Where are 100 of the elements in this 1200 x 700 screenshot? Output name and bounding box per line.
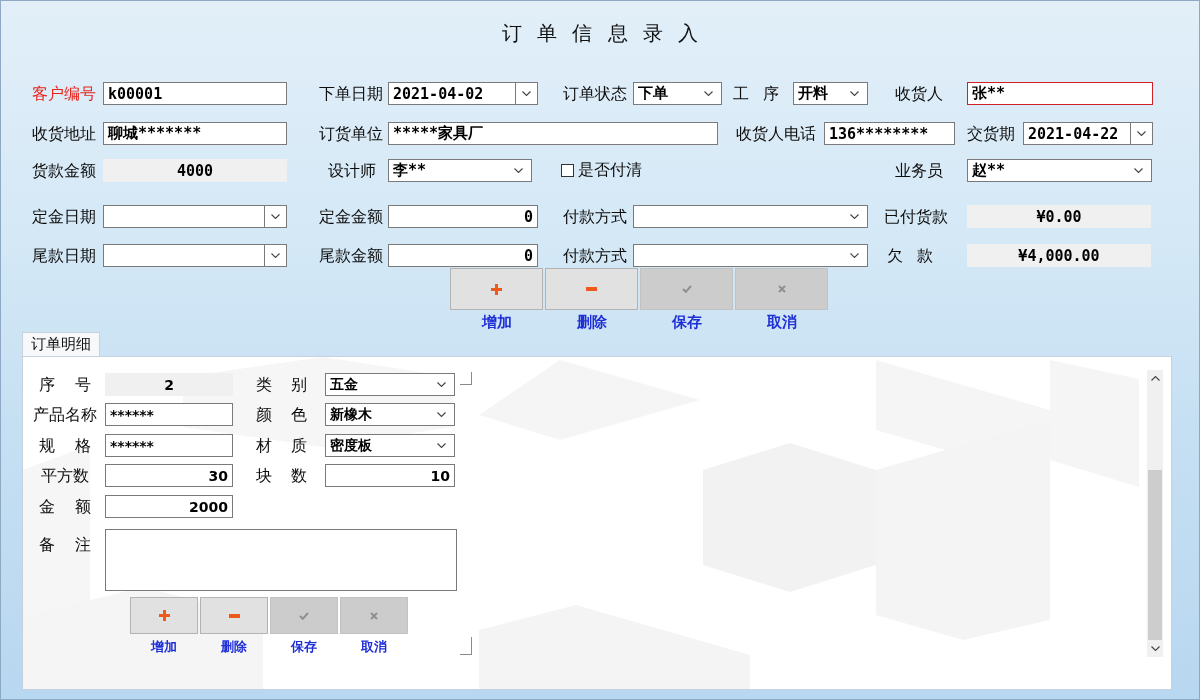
field-label: 设计师 <box>327 160 377 181</box>
minus-icon <box>586 287 597 291</box>
remarks-field[interactable] <box>105 529 457 591</box>
dropdown[interactable] <box>633 205 868 228</box>
button-caption: 保存 <box>671 313 702 331</box>
field-label: 金 额 <box>38 496 92 517</box>
chevron-down-icon <box>437 412 446 417</box>
number-field[interactable]: 10 <box>325 464 455 487</box>
button-caption: 增加 <box>481 313 512 331</box>
field-label: 收货地址 <box>31 123 97 144</box>
field-label: 平方数 <box>40 465 90 486</box>
date-field[interactable]: 2021-04-02 <box>388 82 538 105</box>
window-title: 订 单 信 息 录 入 <box>501 20 699 47</box>
button-caption: 保存 <box>291 639 317 655</box>
field-label: 客户编号 <box>31 83 97 104</box>
text-field[interactable]: 张** <box>967 82 1153 105</box>
scrollbar-thumb[interactable] <box>1148 470 1162 640</box>
number-field[interactable]: 30 <box>105 464 233 487</box>
chevron-down-icon <box>850 91 859 96</box>
field-label: 尾款金额 <box>318 245 384 266</box>
field-label: 序 号 <box>38 374 92 395</box>
field-label: 业务员 <box>894 160 944 181</box>
dropdown[interactable]: 密度板 <box>325 434 455 457</box>
field-label: 材 质 <box>256 435 306 456</box>
dropdown[interactable]: 新橡木 <box>325 403 455 426</box>
date-field[interactable] <box>103 205 287 228</box>
field-label: 尾款日期 <box>31 245 97 266</box>
chevron-down-icon <box>437 443 446 448</box>
chevron-down-icon <box>850 253 859 258</box>
field-label: 定金金额 <box>318 206 384 227</box>
dropdown[interactable] <box>633 244 868 267</box>
number-field[interactable]: 0 <box>388 244 538 267</box>
chevron-down-icon <box>514 168 523 173</box>
field-label: 规 格 <box>38 435 92 456</box>
number-field[interactable]: 2000 <box>105 495 233 518</box>
chevron-down-icon <box>271 253 280 258</box>
text-field[interactable]: ****** <box>105 403 233 426</box>
text-field[interactable]: 136******** <box>824 122 955 145</box>
readonly-field: ¥0.00 <box>967 205 1151 228</box>
readonly-field: 2 <box>105 373 233 396</box>
readonly-field: 4000 <box>103 159 287 182</box>
field-label: 产品名称 <box>32 404 98 425</box>
field-label: 类 别 <box>256 374 306 395</box>
field-label: 收货人 <box>894 83 944 104</box>
dropdown[interactable]: 下单 <box>633 82 722 105</box>
plus-icon <box>158 610 170 621</box>
checkbox[interactable] <box>561 164 574 177</box>
corner-mark <box>460 372 472 385</box>
field-label: 欠 款 <box>886 245 934 266</box>
field-label: 块 数 <box>256 465 306 486</box>
button-caption: 删除 <box>221 639 247 655</box>
field-label: 订单状态 <box>562 83 628 104</box>
field-label: 颜 色 <box>256 404 306 425</box>
field-label: 订货单位 <box>318 123 384 144</box>
field-label: 收货人电话 <box>735 123 817 144</box>
chevron-down-icon <box>271 214 280 219</box>
chevron-down-icon <box>522 91 531 96</box>
tab[interactable]: 订单明细 <box>22 332 100 356</box>
date-field[interactable] <box>103 244 287 267</box>
dropdown[interactable]: 赵** <box>967 159 1152 182</box>
button-caption: 增加 <box>151 639 177 655</box>
minus-icon <box>228 613 240 618</box>
text-field[interactable]: 聊城******* <box>103 122 287 145</box>
chevron-down-icon <box>437 382 446 387</box>
readonly-field: ¥4,000.00 <box>967 244 1151 267</box>
dropdown[interactable]: 李** <box>388 159 532 182</box>
chevron-down-icon <box>704 91 713 96</box>
number-field[interactable]: 0 <box>388 205 538 228</box>
dropdown[interactable]: 五金 <box>325 373 455 396</box>
field-label: 付款方式 <box>562 206 628 227</box>
text-field[interactable]: ****** <box>105 434 233 457</box>
chevron-down-icon <box>1150 646 1160 651</box>
field-label: 定金日期 <box>31 206 97 227</box>
corner-mark <box>460 636 472 655</box>
field-label: 交货期 <box>966 123 1016 144</box>
dropdown[interactable]: 开料 <box>793 82 868 105</box>
check-icon <box>299 611 309 620</box>
chevron-down-icon <box>1134 168 1143 173</box>
text-field[interactable]: k00001 <box>103 82 287 105</box>
chevron-up-icon <box>1150 376 1160 381</box>
field-label: 下单日期 <box>318 83 384 104</box>
text-field[interactable]: *****家具厂 <box>388 122 718 145</box>
checkbox-label[interactable]: 是否付清 <box>578 160 642 181</box>
field-label: 备 注 <box>38 535 92 555</box>
scrollbar[interactable] <box>1147 370 1163 657</box>
button-caption: 删除 <box>576 313 607 331</box>
chevron-down-icon <box>850 214 859 219</box>
field-label: 付款方式 <box>562 245 628 266</box>
button-caption: 取消 <box>766 313 797 331</box>
cross-icon <box>370 611 378 620</box>
check-icon <box>681 285 692 293</box>
field-label: 已付货款 <box>883 206 949 227</box>
field-label: 货款金额 <box>31 160 97 181</box>
button-caption: 取消 <box>361 639 387 655</box>
chevron-down-icon <box>1137 131 1146 136</box>
cross-icon <box>777 285 786 293</box>
add-button[interactable] <box>130 597 198 634</box>
plus-icon <box>491 283 502 295</box>
date-field[interactable]: 2021-04-22 <box>1023 122 1153 145</box>
field-label: 工 序 <box>732 83 780 104</box>
